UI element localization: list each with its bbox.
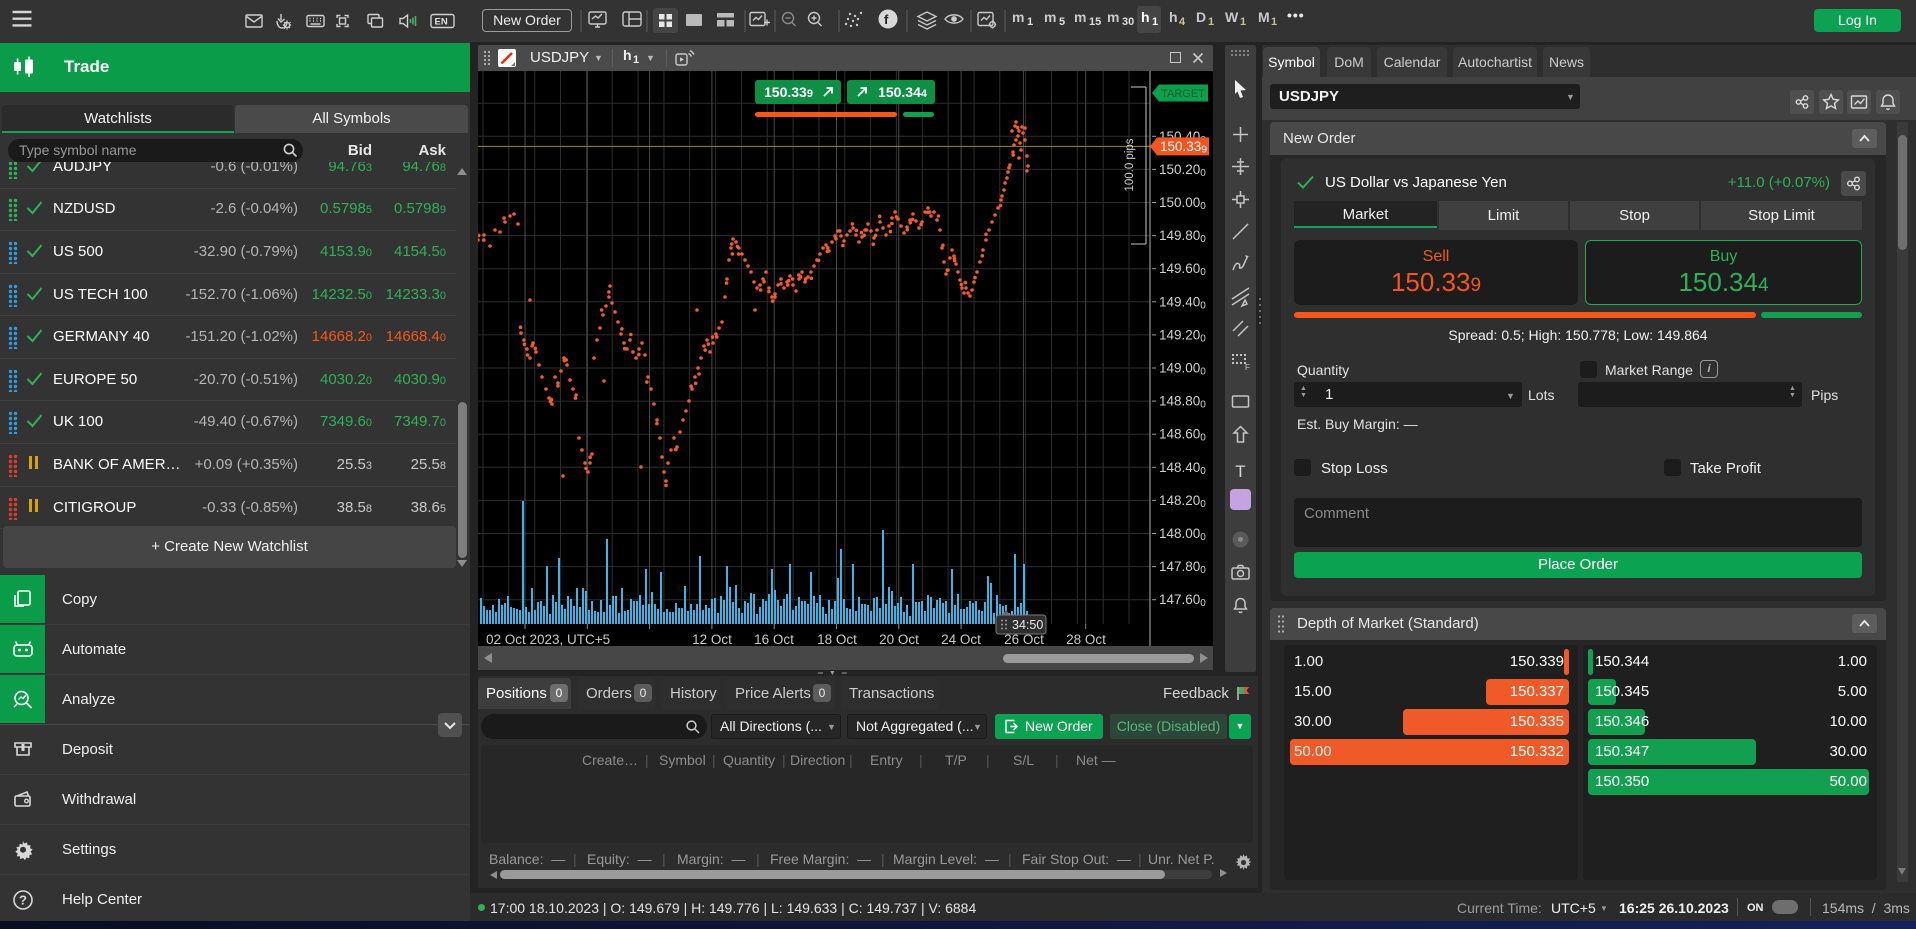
svg-text:147.800: 147.800: [1159, 559, 1206, 576]
svg-text:16 Oct: 16 Oct: [754, 632, 794, 646]
svg-text:TARGET: TARGET: [1161, 88, 1205, 100]
svg-text:148.600: 148.600: [1159, 427, 1206, 444]
svg-text:02 Oct 2023, UTC+5: 02 Oct 2023, UTC+5: [486, 632, 610, 646]
svg-text:12 Oct: 12 Oct: [692, 632, 732, 646]
svg-text:148.400: 148.400: [1159, 460, 1206, 477]
svg-text:149.200: 149.200: [1159, 327, 1206, 344]
svg-text:150.000: 150.000: [1159, 195, 1206, 212]
svg-text:149.000: 149.000: [1159, 361, 1206, 378]
svg-text:147.600: 147.600: [1159, 592, 1206, 609]
svg-text:f: f: [884, 12, 889, 27]
svg-text:F: F: [1245, 363, 1250, 372]
svg-text:T: T: [1235, 462, 1245, 481]
svg-text:148.800: 148.800: [1159, 394, 1206, 411]
svg-text:100.0 pips: 100.0 pips: [1124, 138, 1136, 191]
svg-text:148.200: 148.200: [1159, 493, 1206, 510]
svg-text:?: ?: [19, 893, 27, 908]
svg-text:24 Oct: 24 Oct: [941, 632, 981, 646]
svg-text:150.339: 150.339: [1160, 139, 1207, 156]
svg-text:149.800: 149.800: [1159, 228, 1206, 245]
svg-text:20 Oct: 20 Oct: [879, 632, 919, 646]
svg-text:150.200: 150.200: [1159, 162, 1206, 179]
svg-text:149.600: 149.600: [1159, 261, 1206, 278]
svg-text:149.400: 149.400: [1159, 294, 1206, 311]
svg-text:18 Oct: 18 Oct: [817, 632, 857, 646]
svg-text:34:50: 34:50: [1012, 618, 1043, 632]
svg-text:148.000: 148.000: [1159, 526, 1206, 543]
svg-text:28 Oct: 28 Oct: [1066, 632, 1106, 646]
